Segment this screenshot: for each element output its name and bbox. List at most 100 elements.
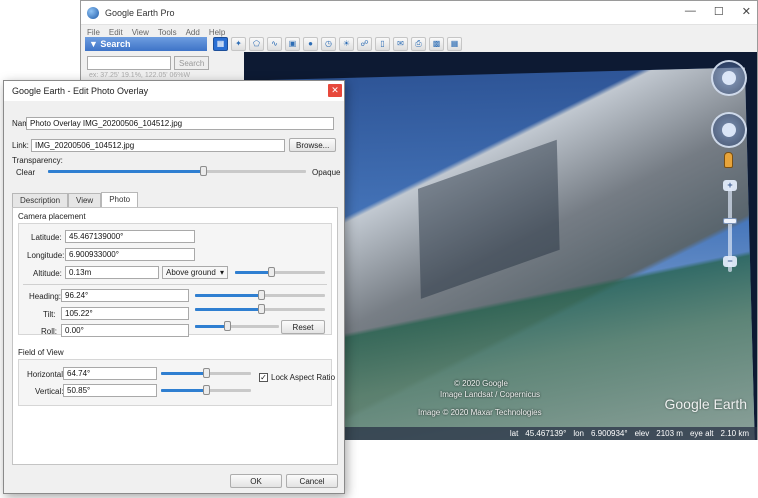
menu-file[interactable]: File [87, 28, 100, 37]
heading-slider[interactable] [195, 290, 325, 300]
street-view-pegman-icon[interactable] [724, 152, 733, 168]
tilt-slider-thumb[interactable] [258, 304, 266, 314]
vertical-fov-slider-thumb[interactable] [203, 385, 210, 395]
vertical-fov-label: Vertical: [35, 387, 64, 396]
main-titlebar: Google Earth Pro — ☐ ✕ [81, 1, 757, 25]
horizontal-fov-input[interactable] [63, 367, 157, 380]
lon-value: 6.900934° [591, 429, 628, 438]
menu-tools[interactable]: Tools [158, 28, 177, 37]
menu-view[interactable]: View [132, 28, 149, 37]
roll-label: Roll: [41, 327, 58, 336]
close-icon[interactable]: ✕ [742, 5, 751, 18]
search-header-label: Search [100, 39, 131, 49]
lock-aspect-ratio-label: Lock Aspect Ratio [271, 373, 336, 382]
cancel-button[interactable]: Cancel [286, 474, 338, 488]
elev-value: 2103 m [656, 429, 683, 438]
attribution-landsat: Image Landsat / Copernicus [440, 390, 541, 399]
toolbar: ▦ ✦ ⬠ ∿ ▣ ● ◷ ☀ ☍ ▯ ✉ ⎙ ▩ ▦ [213, 36, 462, 52]
historical-imagery-icon[interactable]: ◷ [321, 37, 336, 51]
vertical-fov-slider[interactable] [161, 385, 251, 395]
tilt-slider[interactable] [195, 304, 325, 314]
menu-edit[interactable]: Edit [109, 28, 123, 37]
look-joystick-icon[interactable] [711, 60, 747, 96]
roll-slider-thumb[interactable] [223, 321, 231, 331]
longitude-label: Longitude: [27, 251, 65, 260]
transparency-slider[interactable] [48, 166, 306, 176]
menu-add[interactable]: Add [186, 28, 200, 37]
tilt-input[interactable] [61, 307, 189, 320]
transparency-opaque-label: Opaque [312, 168, 341, 177]
dialog-close-icon[interactable]: ✕ [328, 84, 342, 97]
record-tour-icon[interactable]: ● [303, 37, 318, 51]
link-label: Link: [12, 141, 29, 150]
tab-description[interactable]: Description [12, 193, 69, 207]
link-input[interactable] [31, 139, 285, 152]
tab-view[interactable]: View [68, 193, 102, 207]
field-of-view-title: Field of View [18, 348, 64, 357]
view-in-maps-icon[interactable]: ▦ [447, 37, 462, 51]
divider [23, 284, 327, 285]
tab-photo[interactable]: Photo [101, 192, 139, 207]
zoom-slider-thumb[interactable] [723, 218, 737, 224]
eye-alt-label: eye alt [689, 429, 714, 438]
maximize-icon[interactable]: ☐ [714, 5, 724, 18]
dialog-title: Google Earth - Edit Photo Overlay [12, 86, 149, 96]
minimize-icon[interactable]: — [685, 5, 696, 18]
heading-input[interactable] [61, 289, 189, 302]
search-panel-header[interactable]: ▼ Search [85, 37, 207, 51]
altitude-mode-select[interactable]: Above ground ▾ [162, 266, 228, 279]
lock-aspect-ratio-checkbox[interactable]: ✓ [259, 373, 268, 382]
roll-input[interactable] [61, 324, 189, 337]
latitude-input[interactable] [65, 230, 195, 243]
elev-label: elev [634, 429, 650, 438]
horizontal-fov-label: Horizontal: [27, 370, 66, 379]
roll-slider[interactable] [195, 321, 279, 331]
zoom-out-icon[interactable]: − [723, 256, 737, 267]
add-path-icon[interactable]: ∿ [267, 37, 282, 51]
horizontal-fov-slider-thumb[interactable] [203, 368, 210, 378]
browse-button[interactable]: Browse... [289, 138, 336, 152]
ruler-icon[interactable]: ▯ [375, 37, 390, 51]
photo-tab-panel: Camera placement Latitude: Longitude: Al… [12, 207, 338, 465]
transparency-slider-thumb[interactable] [199, 166, 207, 176]
add-image-overlay-icon[interactable]: ▣ [285, 37, 300, 51]
ok-button[interactable]: OK [230, 474, 282, 488]
move-joystick-icon[interactable] [711, 112, 747, 148]
save-image-icon[interactable]: ▩ [429, 37, 444, 51]
altitude-mode-value: Above ground [166, 268, 216, 277]
sun-icon[interactable]: ☀ [339, 37, 354, 51]
transparency-label: Transparency: [12, 156, 63, 165]
horizontal-fov-slider[interactable] [161, 368, 251, 378]
lat-value: 45.467139° [525, 429, 567, 438]
name-label: Name: [12, 119, 36, 128]
camera-placement-title: Camera placement [18, 212, 86, 221]
attribution-google: © 2020 Google [454, 379, 508, 388]
eye-alt-value: 2.10 km [720, 429, 749, 438]
print-icon[interactable]: ⎙ [411, 37, 426, 51]
altitude-label: Altitude: [33, 269, 62, 278]
google-earth-watermark: Google Earth [664, 396, 748, 412]
sidebar-toggle-icon[interactable]: ▦ [213, 37, 228, 51]
lock-aspect-ratio-option[interactable]: ✓ Lock Aspect Ratio [259, 373, 335, 382]
zoom-in-icon[interactable]: + [723, 180, 737, 191]
chevron-down-icon: ▾ [219, 268, 224, 277]
search-input[interactable] [87, 56, 171, 70]
main-window-title: Google Earth Pro [105, 7, 175, 18]
name-input[interactable] [26, 117, 334, 130]
search-button[interactable]: Search [174, 56, 210, 70]
attribution-maxar: Image © 2020 Maxar Technologies [418, 408, 542, 417]
altitude-slider-thumb[interactable] [268, 267, 275, 277]
heading-label: Heading: [29, 292, 62, 301]
edit-photo-overlay-dialog: Google Earth - Edit Photo Overlay ✕ Name… [3, 80, 345, 494]
reset-button[interactable]: Reset [281, 320, 325, 334]
heading-slider-thumb[interactable] [258, 290, 266, 300]
vertical-fov-input[interactable] [63, 384, 157, 397]
add-polygon-icon[interactable]: ⬠ [249, 37, 264, 51]
longitude-input[interactable] [65, 248, 195, 261]
tilt-label: Tilt: [43, 310, 56, 319]
email-icon[interactable]: ✉ [393, 37, 408, 51]
altitude-input[interactable] [65, 266, 159, 279]
add-placemark-icon[interactable]: ✦ [231, 37, 246, 51]
switch-planet-icon[interactable]: ☍ [357, 37, 372, 51]
altitude-slider[interactable] [235, 267, 325, 277]
